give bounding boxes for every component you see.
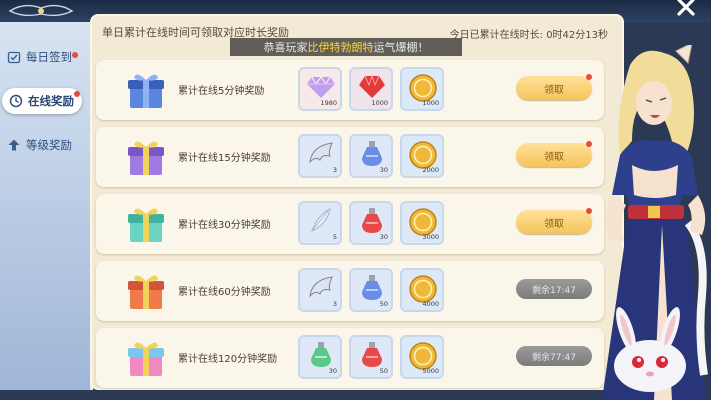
level-up-icon [6,137,22,153]
countdown-button[interactable]: 剩余77:47 [516,346,592,366]
marquee-player-name: 比伊特勃朗特 [307,41,374,54]
gift-box-icon [124,336,168,380]
game-logo-icon [0,0,82,22]
claim-button-label: 领取 [544,151,564,163]
reward-item-slot[interactable]: 3 [298,268,342,312]
item-quantity: 30 [328,367,337,375]
item-quantity: 3000 [422,233,439,241]
claim-button-label: 领取 [544,218,564,230]
claim-button[interactable]: 领取 [516,74,592,100]
reward-item-slot[interactable]: 50 [349,268,393,312]
item-quantity: 3 [332,166,337,174]
item-quantity: 30 [379,233,388,241]
item-quantity: 1000 [371,99,388,107]
reward-item-slot[interactable]: 3000 [400,201,444,245]
reward-item-slot[interactable]: 2000 [400,134,444,178]
sidebar-item-online-reward[interactable]: 在线奖励 [2,88,82,114]
item-quantity: 5000 [422,367,439,375]
gift-box-icon [124,269,168,313]
reward-item-slot[interactable]: 30 [298,335,342,379]
notification-badge [74,91,80,97]
reward-item-slot[interactable]: 1980 [298,67,342,111]
marquee-prefix: 恭喜玩家 [263,41,308,54]
reward-label: 累计在线30分钟奖励 [178,220,271,231]
item-quantity: 5 [332,233,337,241]
notification-badge [586,74,592,80]
reward-item-slot[interactable]: 5 [298,201,342,245]
marquee-suffix: 运气爆棚！ [373,41,429,54]
gift-box-icon [124,68,168,112]
countdown-label: 剩余77:47 [532,352,576,363]
countdown-button[interactable]: 剩余17:47 [516,279,592,299]
sidebar: 每日签到 在线奖励 等级奖励 [0,22,93,390]
reward-item-slot[interactable]: 5000 [400,335,444,379]
bunny-pet-illustration [614,307,686,392]
claim-button-label: 领取 [544,84,564,96]
calendar-check-icon [6,49,22,65]
sidebar-item-label: 每日签到 [26,50,72,64]
online-reward-panel: 单日累计在线时间可领取对应时长奖励 今日已累计在线时长: 0时42分13秒 恭喜… [92,16,622,388]
claim-button[interactable]: 领取 [516,141,592,167]
reward-item-slot[interactable]: 4000 [400,268,444,312]
item-quantity: 50 [379,300,388,308]
reward-label: 累计在线5分钟奖励 [178,86,265,97]
item-quantity: 2000 [422,166,439,174]
claim-button[interactable]: 领取 [516,208,592,234]
reward-item-slot[interactable]: 30 [349,201,393,245]
countdown-label: 剩余17:47 [532,285,576,296]
reward-row: 累计在线5分钟奖励 1980 1000 1000 领取 [96,60,604,120]
item-quantity: 30 [379,166,388,174]
close-button[interactable] [673,0,699,22]
reward-label: 累计在线60分钟奖励 [178,287,271,298]
reward-item-slot[interactable]: 3 [298,134,342,178]
sidebar-item-level-reward[interactable]: 等级奖励 [0,132,86,158]
reward-label: 累计在线120分钟奖励 [178,354,278,365]
announcement-marquee: 恭喜玩家 比伊特勃朗特 运气爆棚！ [230,38,462,56]
notification-badge [72,52,78,58]
close-icon [677,0,695,16]
today-online-value: 0时42分13秒 [546,30,608,41]
item-quantity: 1980 [320,99,337,107]
reward-row: 累计在线15分钟奖励 3 30 2000 领取 [96,127,604,187]
item-quantity: 4000 [422,300,439,308]
today-online-time: 今日已累计在线时长: 0时42分13秒 [450,26,608,41]
reward-row: 累计在线120分钟奖励 30 50 5000 剩余77:47 [96,328,604,388]
reward-row: 累计在线30分钟奖励 5 30 3000 领取 [96,194,604,254]
reward-item-slot[interactable]: 1000 [400,67,444,111]
reward-item-slot[interactable]: 30 [349,134,393,178]
sidebar-item-label: 等级奖励 [26,138,72,152]
reward-item-slot[interactable]: 1000 [349,67,393,111]
item-quantity: 3 [332,300,337,308]
sidebar-item-daily-signin[interactable]: 每日签到 [0,44,86,70]
item-quantity: 1000 [422,99,439,107]
clock-icon [8,93,24,109]
today-online-label: 今日已累计在线时长: [449,30,543,41]
notification-badge [586,208,592,214]
gift-box-icon [124,135,168,179]
reward-item-slot[interactable]: 50 [349,335,393,379]
reward-row: 累计在线60分钟奖励 3 50 4000 剩余17:47 [96,261,604,321]
notification-badge [586,141,592,147]
gift-box-icon [124,202,168,246]
reward-label: 累计在线15分钟奖励 [178,153,271,164]
sidebar-item-label: 在线奖励 [28,94,74,108]
item-quantity: 50 [379,367,388,375]
